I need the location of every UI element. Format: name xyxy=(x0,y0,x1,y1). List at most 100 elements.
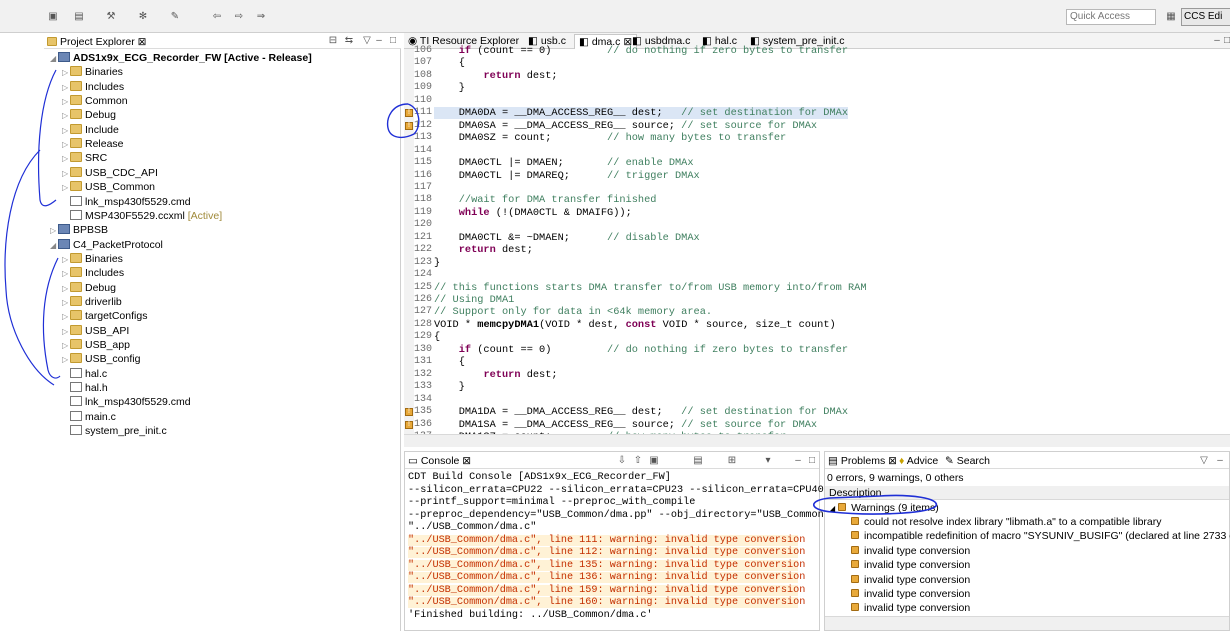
tree-item[interactable]: ▷ Includes xyxy=(62,266,124,280)
code-line[interactable]: return dest; xyxy=(434,70,557,82)
code-line[interactable]: while (!(DMA0CTL & DMAIFG)); xyxy=(434,207,632,219)
tree-item[interactable]: ▷ Common xyxy=(62,94,128,108)
debug-icon[interactable]: ✻ xyxy=(136,10,150,23)
code-line[interactable]: DMA0DA = __DMA_ACCESS_REG__ dest; // set… xyxy=(434,107,849,120)
tree-item[interactable]: ▷ Debug xyxy=(62,108,116,122)
link-editor-icon[interactable]: ⇆ xyxy=(342,34,356,47)
tree-item[interactable]: ▷ BPBSB xyxy=(50,223,108,237)
minimize-icon[interactable]: – xyxy=(372,34,386,47)
open-perspective-icon[interactable]: ▦ xyxy=(1164,10,1178,23)
tree-item[interactable]: ▷ USB_config xyxy=(62,352,140,366)
quick-access-input[interactable]: Quick Access xyxy=(1066,9,1156,25)
tree-item[interactable]: ▷ Include xyxy=(62,123,119,137)
code-line[interactable]: DMA0CTL |= DMAREQ; // trigger DMAx xyxy=(434,170,700,182)
warning-marker-icon[interactable]: ! xyxy=(405,408,413,417)
tree-item[interactable]: ▷ Release xyxy=(62,137,124,151)
tree-item[interactable]: ◢ ADS1x9x_ECG_Recorder_FW [Active - Relea… xyxy=(50,51,312,65)
expand-icon[interactable]: ▷ xyxy=(62,95,70,109)
code-line[interactable]: if (count == 0) // do nothing if zero by… xyxy=(434,344,848,356)
tree-item[interactable]: system_pre_init.c xyxy=(62,424,167,438)
perspective-button[interactable]: CCS Edi xyxy=(1181,8,1230,26)
tree-item[interactable]: ▷ driverlib xyxy=(62,295,122,309)
horizontal-scrollbar[interactable] xyxy=(404,434,1230,447)
maximize-icon[interactable]: □ xyxy=(1220,34,1230,47)
project-explorer-tab[interactable]: Project Explorer ⊠ xyxy=(47,34,146,50)
tools-icon[interactable]: ✎ xyxy=(168,10,182,23)
tree-item[interactable]: lnk_msp430f5529.cmd xyxy=(62,395,191,409)
tree-item[interactable]: ▷ Binaries xyxy=(62,252,123,266)
warning-marker-icon[interactable]: ! xyxy=(405,121,413,130)
warning-item[interactable]: invalid type conversion xyxy=(851,573,970,587)
save-icon[interactable]: ▤ xyxy=(72,10,86,23)
expand-icon[interactable]: ◢ xyxy=(50,239,58,253)
expand-icon[interactable]: ▷ xyxy=(62,124,70,138)
search-tab[interactable]: ✎ Search xyxy=(945,453,990,469)
code-line[interactable]: } xyxy=(434,82,465,94)
advice-tab[interactable]: ♦ Advice xyxy=(899,453,938,469)
maximize-icon[interactable]: □ xyxy=(805,454,819,467)
tree-item[interactable]: MSP430F5529.ccxml [Active] xyxy=(62,209,222,223)
tree-item[interactable]: ▷ Debug xyxy=(62,281,116,295)
tree-item[interactable]: ▷ USB_Common xyxy=(62,180,155,194)
expand-icon[interactable]: ▷ xyxy=(62,152,70,166)
code-line[interactable]: // Support only for data in <64k memory … xyxy=(434,306,712,318)
expand-icon[interactable]: ▷ xyxy=(62,109,70,123)
maximize-icon[interactable]: □ xyxy=(386,34,400,47)
expand-icon[interactable]: ▷ xyxy=(62,339,70,353)
code-line[interactable]: DMA1SA = __DMA_ACCESS_REG__ source; // s… xyxy=(434,419,817,431)
open-console-icon[interactable]: ▾ xyxy=(761,454,775,467)
tree-item[interactable]: ▷ USB_CDC_API xyxy=(62,166,158,180)
expand-icon[interactable]: ▷ xyxy=(62,81,70,95)
collapse-all-icon[interactable]: ⊟ xyxy=(326,34,340,47)
view-menu-icon[interactable]: ▽ xyxy=(1197,454,1211,467)
clear-console-icon[interactable]: ▣ xyxy=(647,454,661,467)
expand-icon[interactable]: ▷ xyxy=(62,267,70,281)
code-line[interactable]: // Using DMA1 xyxy=(434,294,514,306)
code-line[interactable]: { xyxy=(434,356,465,368)
code-line[interactable]: if (count == 0) // do nothing if zero by… xyxy=(434,45,848,57)
tree-item[interactable]: lnk_msp430f5529.cmd xyxy=(62,195,191,209)
build-icon[interactable]: ⚒ xyxy=(104,10,118,23)
code-line[interactable]: } xyxy=(434,257,440,269)
code-line[interactable]: DMA0CTL &= ~DMAEN; // disable DMAx xyxy=(434,232,700,244)
tree-item[interactable]: ▷ USB_app xyxy=(62,338,130,352)
expand-icon[interactable]: ▷ xyxy=(62,310,70,324)
forward-icon[interactable]: ⇨ xyxy=(232,10,246,23)
problems-scrollbar[interactable] xyxy=(825,616,1229,630)
expand-icon[interactable]: ▷ xyxy=(62,325,70,339)
expand-icon[interactable]: ▷ xyxy=(62,253,70,267)
warning-item[interactable]: could not resolve index library "libmath… xyxy=(851,515,1162,529)
code-line[interactable]: VOID * memcpyDMA1(VOID * dest, const VOI… xyxy=(434,319,836,331)
tree-item[interactable]: ▷ Includes xyxy=(62,80,124,94)
expand-icon[interactable]: ▷ xyxy=(62,282,70,296)
tree-item[interactable]: hal.h xyxy=(62,381,108,395)
tree-item[interactable]: ▷ USB_API xyxy=(62,324,129,338)
expand-icon[interactable]: ▷ xyxy=(62,167,70,181)
expand-icon[interactable]: ▷ xyxy=(62,138,70,152)
expand-icon[interactable]: ▷ xyxy=(62,66,70,80)
tree-item[interactable]: ▷ targetConfigs xyxy=(62,309,147,323)
code-line[interactable]: { xyxy=(434,57,465,69)
nav-icon[interactable]: ⇒ xyxy=(254,10,268,23)
warning-item[interactable]: invalid type conversion xyxy=(851,544,970,558)
code-line[interactable]: DMA1DA = __DMA_ACCESS_REG__ dest; // set… xyxy=(434,406,848,418)
warnings-group[interactable]: ◢ Warnings (9 items) xyxy=(829,501,939,515)
tree-item[interactable]: ▷ SRC xyxy=(62,151,107,165)
pin-icon[interactable]: ⇩ xyxy=(615,454,629,467)
warning-item[interactable]: invalid type conversion xyxy=(851,558,970,572)
expand-icon[interactable]: ▷ xyxy=(62,181,70,195)
code-line[interactable]: return dest; xyxy=(434,369,557,381)
scroll-lock-icon[interactable]: ⇧ xyxy=(631,454,645,467)
minimize-icon[interactable]: – xyxy=(791,454,805,467)
code-line[interactable]: DMA0SA = __DMA_ACCESS_REG__ source; // s… xyxy=(434,120,817,132)
code-line[interactable]: // this functions starts DMA transfer to… xyxy=(434,282,867,294)
tree-item[interactable]: main.c xyxy=(62,410,116,424)
code-line[interactable]: DMA0CTL |= DMAEN; // enable DMAx xyxy=(434,157,694,169)
problems-tab[interactable]: ▤ Problems ⊠ xyxy=(828,453,897,469)
tree-item[interactable]: hal.c xyxy=(62,367,107,381)
warning-item[interactable]: incompatible redefinition of macro "SYSU… xyxy=(851,529,1230,543)
tree-item[interactable]: ▷ Binaries xyxy=(62,65,123,79)
new-icon[interactable]: ▣ xyxy=(46,10,60,23)
expand-icon[interactable]: ◢ xyxy=(50,52,58,66)
back-icon[interactable]: ⇦ xyxy=(210,10,224,23)
